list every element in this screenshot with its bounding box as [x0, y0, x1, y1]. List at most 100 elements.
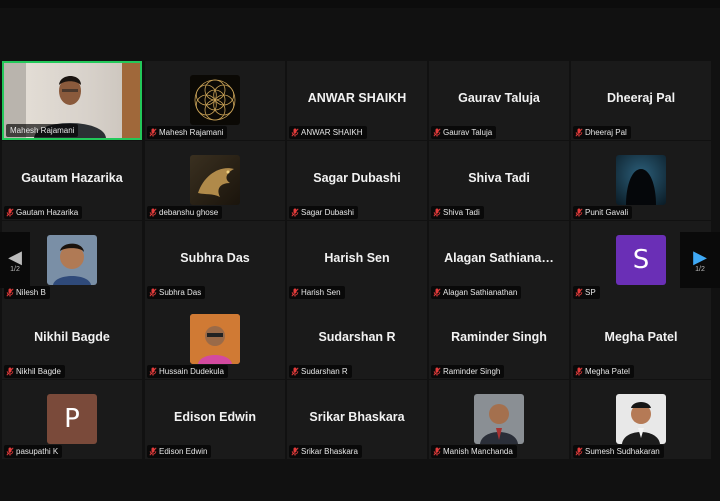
participant-tile[interactable]: Srikar Bhaskara Srikar Bhaskara	[287, 380, 427, 459]
mic-muted-icon	[433, 288, 441, 297]
participant-tile[interactable]: Mahesh Rajamani	[145, 61, 285, 140]
participant-name-label: pasupathi K	[4, 445, 63, 458]
mic-muted-icon	[291, 208, 299, 217]
participant-name-text: Raminder Singh	[443, 367, 501, 376]
participant-name-text: Shiva Tadi	[443, 208, 480, 217]
participant-name-label: Alagan Sathianathan	[431, 286, 522, 299]
mic-muted-icon	[575, 288, 583, 297]
participant-name-text: Sagar Dubashi	[301, 208, 354, 217]
mic-muted-icon	[433, 128, 441, 137]
participant-tile[interactable]: Gaurav Taluja Gaurav Taluja	[429, 61, 569, 140]
participant-name-label: Shiva Tadi	[431, 206, 484, 219]
mic-muted-icon	[291, 367, 299, 376]
chevron-right-icon: ▶	[693, 246, 707, 267]
participant-photo-avatar	[474, 394, 524, 444]
participant-name-label: Dheeraj Pal	[573, 126, 631, 139]
participant-display-name: Raminder Singh	[451, 330, 547, 344]
dragon-avatar	[190, 155, 240, 205]
participant-name-text: Punit Gavali	[585, 208, 629, 217]
participant-tile[interactable]: Sumesh Sudhakaran	[571, 380, 711, 459]
participant-name-text: SP	[585, 288, 596, 297]
participant-tile[interactable]: Subhra Das Subhra Das	[145, 221, 285, 300]
participant-name-label: Sumesh Sudhakaran	[573, 445, 664, 458]
participant-name-label: Mahesh Rajamani	[147, 126, 228, 139]
participant-tile[interactable]: Raminder Singh Raminder Singh	[429, 300, 569, 379]
participant-tile[interactable]: Dheeraj Pal Dheeraj Pal	[571, 61, 711, 140]
mic-muted-icon	[6, 367, 14, 376]
participant-tile[interactable]: Gautam Hazarika Gautam Hazarika	[2, 141, 142, 220]
participant-display-name: Nikhil Bagde	[34, 330, 110, 344]
participant-tile[interactable]: Edison Edwin Edison Edwin	[145, 380, 285, 459]
participant-name-label: Megha Patel	[573, 365, 634, 378]
participant-name-text: Dheeraj Pal	[585, 128, 627, 137]
participant-display-name: Harish Sen	[324, 251, 390, 265]
participant-tile[interactable]: Manish Manchanda	[429, 380, 569, 459]
participant-tile[interactable]: Punit Gavali	[571, 141, 711, 220]
mic-muted-icon	[433, 447, 441, 456]
letter-avatar: S	[616, 235, 666, 285]
participant-display-name: ANWAR SHAIKH	[307, 91, 407, 105]
participant-photo-avatar	[47, 235, 97, 285]
participant-name-label: Raminder Singh	[431, 365, 505, 378]
participant-name-label: Mahesh Rajamani	[6, 124, 79, 137]
participant-name-label: ANWAR SHAIKH	[289, 126, 367, 139]
participant-name-label: Gautam Hazarika	[4, 206, 83, 219]
participant-name-label: Punit Gavali	[573, 206, 633, 219]
participant-tile[interactable]: Sagar Dubashi Sagar Dubashi	[287, 141, 427, 220]
next-page-button[interactable]: ▶ 1/2	[680, 232, 720, 288]
participant-name-label: Gaurav Taluja	[431, 126, 497, 139]
participant-name-label: SP	[573, 286, 600, 299]
participant-name-label: Harish Sen	[289, 286, 345, 299]
mic-muted-icon	[575, 367, 583, 376]
window-top-bar	[0, 0, 720, 8]
participant-name-text: debanshu ghose	[159, 208, 219, 217]
participant-name-label: Sudarshan R	[289, 365, 352, 378]
participant-tile[interactable]: debanshu ghose	[145, 141, 285, 220]
participant-name-text: Hussain Dudekula	[159, 367, 224, 376]
participant-tile[interactable]: Nikhil Bagde Nikhil Bagde	[2, 300, 142, 379]
flower-of-life-avatar	[190, 75, 240, 125]
participant-tile[interactable]: Harish Sen Harish Sen	[287, 221, 427, 300]
participant-name-text: Harish Sen	[301, 288, 341, 297]
participant-name-text: Sudarshan R	[301, 367, 348, 376]
participant-display-name: Alagan Sathiana…	[444, 251, 554, 265]
participant-name-text: Srikar Bhaskara	[301, 447, 358, 456]
mic-muted-icon	[6, 208, 14, 217]
mic-muted-icon	[291, 288, 299, 297]
participant-name-text: pasupathi K	[16, 447, 59, 456]
mic-muted-icon	[575, 128, 583, 137]
mic-muted-icon	[575, 208, 583, 217]
page-indicator-right: 1/2	[695, 265, 705, 273]
participant-tile[interactable]: Alagan Sathiana… Alagan Sathianathan	[429, 221, 569, 300]
participant-display-name: Gaurav Taluja	[458, 91, 540, 105]
participant-display-name: Shiva Tadi	[468, 171, 530, 185]
prev-page-button[interactable]: ◀ 1/2	[0, 232, 30, 288]
hooded-figure-avatar	[616, 155, 666, 205]
participant-name-label: Srikar Bhaskara	[289, 445, 362, 458]
participant-name-text: Manish Manchanda	[443, 447, 513, 456]
participant-name-label: Nikhil Bagde	[4, 365, 65, 378]
participant-display-name: Dheeraj Pal	[606, 91, 676, 105]
participant-name-text: Mahesh Rajamani	[159, 128, 224, 137]
mic-muted-icon	[149, 288, 157, 297]
mic-muted-icon	[291, 447, 299, 456]
participant-tile[interactable]: Ppasupathi K	[2, 380, 142, 459]
participant-tile[interactable]: Shiva Tadi Shiva Tadi	[429, 141, 569, 220]
participant-name-label: Sagar Dubashi	[289, 206, 358, 219]
participant-name-text: ANWAR SHAIKH	[301, 128, 363, 137]
participant-name-label: Hussain Dudekula	[147, 365, 228, 378]
participant-tile[interactable]: Sudarshan R Sudarshan R	[287, 300, 427, 379]
participant-tile[interactable]: Megha Patel Megha Patel	[571, 300, 711, 379]
mic-muted-icon	[149, 208, 157, 217]
participant-display-name: Sudarshan R	[318, 330, 396, 344]
participant-name-text: Gaurav Taluja	[443, 128, 493, 137]
participant-name-label: debanshu ghose	[147, 206, 223, 219]
participant-tile[interactable]: Hussain Dudekula	[145, 300, 285, 379]
mic-muted-icon	[6, 447, 14, 456]
participant-name-label: Edison Edwin	[147, 445, 212, 458]
participant-display-name: Subhra Das	[180, 251, 250, 265]
participant-display-name: Sagar Dubashi	[313, 171, 401, 185]
participant-display-name: Srikar Bhaskara	[309, 410, 405, 424]
participant-tile[interactable]: Mahesh Rajamani	[2, 61, 142, 140]
participant-tile[interactable]: ANWAR SHAIKH ANWAR SHAIKH	[287, 61, 427, 140]
